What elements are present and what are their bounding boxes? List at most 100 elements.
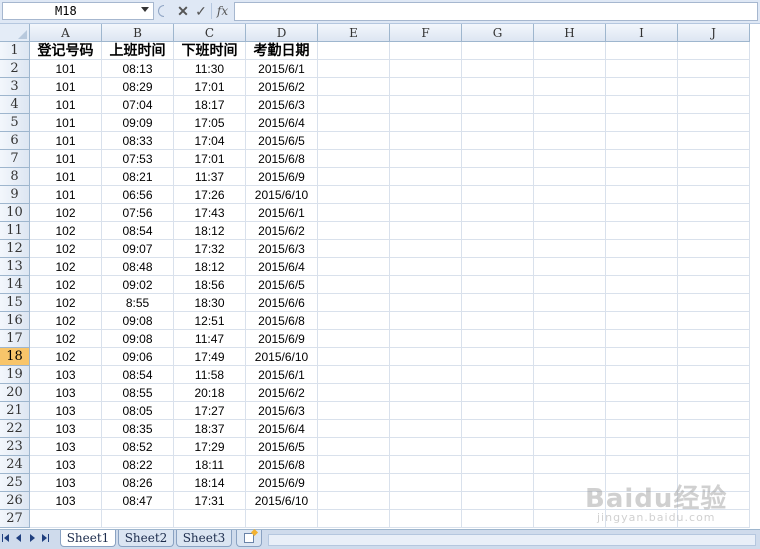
cell-a6[interactable]: 101 <box>30 132 102 150</box>
cell-i6[interactable] <box>606 132 678 150</box>
name-box-dropdown-icon[interactable] <box>141 7 149 12</box>
cell-a4[interactable]: 101 <box>30 96 102 114</box>
cell-d24[interactable]: 2015/6/8 <box>246 456 318 474</box>
row-header-19[interactable]: 19 <box>0 366 30 384</box>
cell-j21[interactable] <box>678 402 750 420</box>
cell-b9[interactable]: 06:56 <box>102 186 174 204</box>
cell-f14[interactable] <box>390 276 462 294</box>
cell-d11[interactable]: 2015/6/2 <box>246 222 318 240</box>
cell-j27[interactable] <box>678 510 750 528</box>
cell-h24[interactable] <box>534 456 606 474</box>
cell-d26[interactable]: 2015/6/10 <box>246 492 318 510</box>
column-header-j[interactable]: J <box>678 24 750 42</box>
cell-j7[interactable] <box>678 150 750 168</box>
cell-f8[interactable] <box>390 168 462 186</box>
cell-h11[interactable] <box>534 222 606 240</box>
cell-c21[interactable]: 17:27 <box>174 402 246 420</box>
cell-g16[interactable] <box>462 312 534 330</box>
cell-d2[interactable]: 2015/6/1 <box>246 60 318 78</box>
cell-a3[interactable]: 101 <box>30 78 102 96</box>
cell-a22[interactable]: 103 <box>30 420 102 438</box>
cell-g22[interactable] <box>462 420 534 438</box>
cell-g3[interactable] <box>462 78 534 96</box>
cell-c24[interactable]: 18:11 <box>174 456 246 474</box>
cell-a21[interactable]: 103 <box>30 402 102 420</box>
cell-c19[interactable]: 11:58 <box>174 366 246 384</box>
column-header-e[interactable]: E <box>318 24 390 42</box>
cell-j26[interactable] <box>678 492 750 510</box>
cell-h25[interactable] <box>534 474 606 492</box>
cell-f12[interactable] <box>390 240 462 258</box>
cell-e15[interactable] <box>318 294 390 312</box>
cell-d25[interactable]: 2015/6/9 <box>246 474 318 492</box>
row-header-12[interactable]: 12 <box>0 240 30 258</box>
row-header-10[interactable]: 10 <box>0 204 30 222</box>
row-header-24[interactable]: 24 <box>0 456 30 474</box>
cell-d19[interactable]: 2015/6/1 <box>246 366 318 384</box>
cell-e24[interactable] <box>318 456 390 474</box>
cell-a20[interactable]: 103 <box>30 384 102 402</box>
cell-f13[interactable] <box>390 258 462 276</box>
cell-b24[interactable]: 08:22 <box>102 456 174 474</box>
cell-d23[interactable]: 2015/6/5 <box>246 438 318 456</box>
cell-j1[interactable] <box>678 42 750 60</box>
cell-g15[interactable] <box>462 294 534 312</box>
cell-c16[interactable]: 12:51 <box>174 312 246 330</box>
cell-g11[interactable] <box>462 222 534 240</box>
cell-i1[interactable] <box>606 42 678 60</box>
row-header-20[interactable]: 20 <box>0 384 30 402</box>
cell-c27[interactable] <box>174 510 246 528</box>
cell-i13[interactable] <box>606 258 678 276</box>
cell-i10[interactable] <box>606 204 678 222</box>
cell-e18[interactable] <box>318 348 390 366</box>
cell-h12[interactable] <box>534 240 606 258</box>
cell-a1[interactable]: 登记号码 <box>30 42 102 60</box>
cell-g12[interactable] <box>462 240 534 258</box>
cell-e20[interactable] <box>318 384 390 402</box>
cell-i19[interactable] <box>606 366 678 384</box>
cell-a15[interactable]: 102 <box>30 294 102 312</box>
enter-check-icon[interactable]: ✓ <box>192 3 210 19</box>
cell-a18[interactable]: 102 <box>30 348 102 366</box>
cell-j6[interactable] <box>678 132 750 150</box>
cell-e19[interactable] <box>318 366 390 384</box>
cell-h14[interactable] <box>534 276 606 294</box>
cell-f2[interactable] <box>390 60 462 78</box>
cell-e2[interactable] <box>318 60 390 78</box>
cell-h23[interactable] <box>534 438 606 456</box>
cell-j14[interactable] <box>678 276 750 294</box>
select-all-corner[interactable] <box>0 24 30 42</box>
cell-j17[interactable] <box>678 330 750 348</box>
cell-a7[interactable]: 101 <box>30 150 102 168</box>
cell-d17[interactable]: 2015/6/9 <box>246 330 318 348</box>
cell-c23[interactable]: 17:29 <box>174 438 246 456</box>
cell-a16[interactable]: 102 <box>30 312 102 330</box>
cell-g25[interactable] <box>462 474 534 492</box>
cell-e11[interactable] <box>318 222 390 240</box>
column-header-i[interactable]: I <box>606 24 678 42</box>
cell-b26[interactable]: 08:47 <box>102 492 174 510</box>
cell-e4[interactable] <box>318 96 390 114</box>
cell-b23[interactable]: 08:52 <box>102 438 174 456</box>
formula-bar-grip[interactable] <box>158 5 164 17</box>
cell-b3[interactable]: 08:29 <box>102 78 174 96</box>
row-header-22[interactable]: 22 <box>0 420 30 438</box>
cell-e9[interactable] <box>318 186 390 204</box>
cell-i20[interactable] <box>606 384 678 402</box>
cell-h13[interactable] <box>534 258 606 276</box>
cell-i4[interactable] <box>606 96 678 114</box>
cell-b5[interactable]: 09:09 <box>102 114 174 132</box>
cell-h5[interactable] <box>534 114 606 132</box>
column-header-b[interactable]: B <box>102 24 174 42</box>
cell-g18[interactable] <box>462 348 534 366</box>
cell-a25[interactable]: 103 <box>30 474 102 492</box>
row-header-11[interactable]: 11 <box>0 222 30 240</box>
cell-h19[interactable] <box>534 366 606 384</box>
column-header-a[interactable]: A <box>30 24 102 42</box>
cell-d14[interactable]: 2015/6/5 <box>246 276 318 294</box>
cell-e10[interactable] <box>318 204 390 222</box>
cell-g14[interactable] <box>462 276 534 294</box>
cell-j4[interactable] <box>678 96 750 114</box>
cell-e12[interactable] <box>318 240 390 258</box>
cell-c22[interactable]: 18:37 <box>174 420 246 438</box>
